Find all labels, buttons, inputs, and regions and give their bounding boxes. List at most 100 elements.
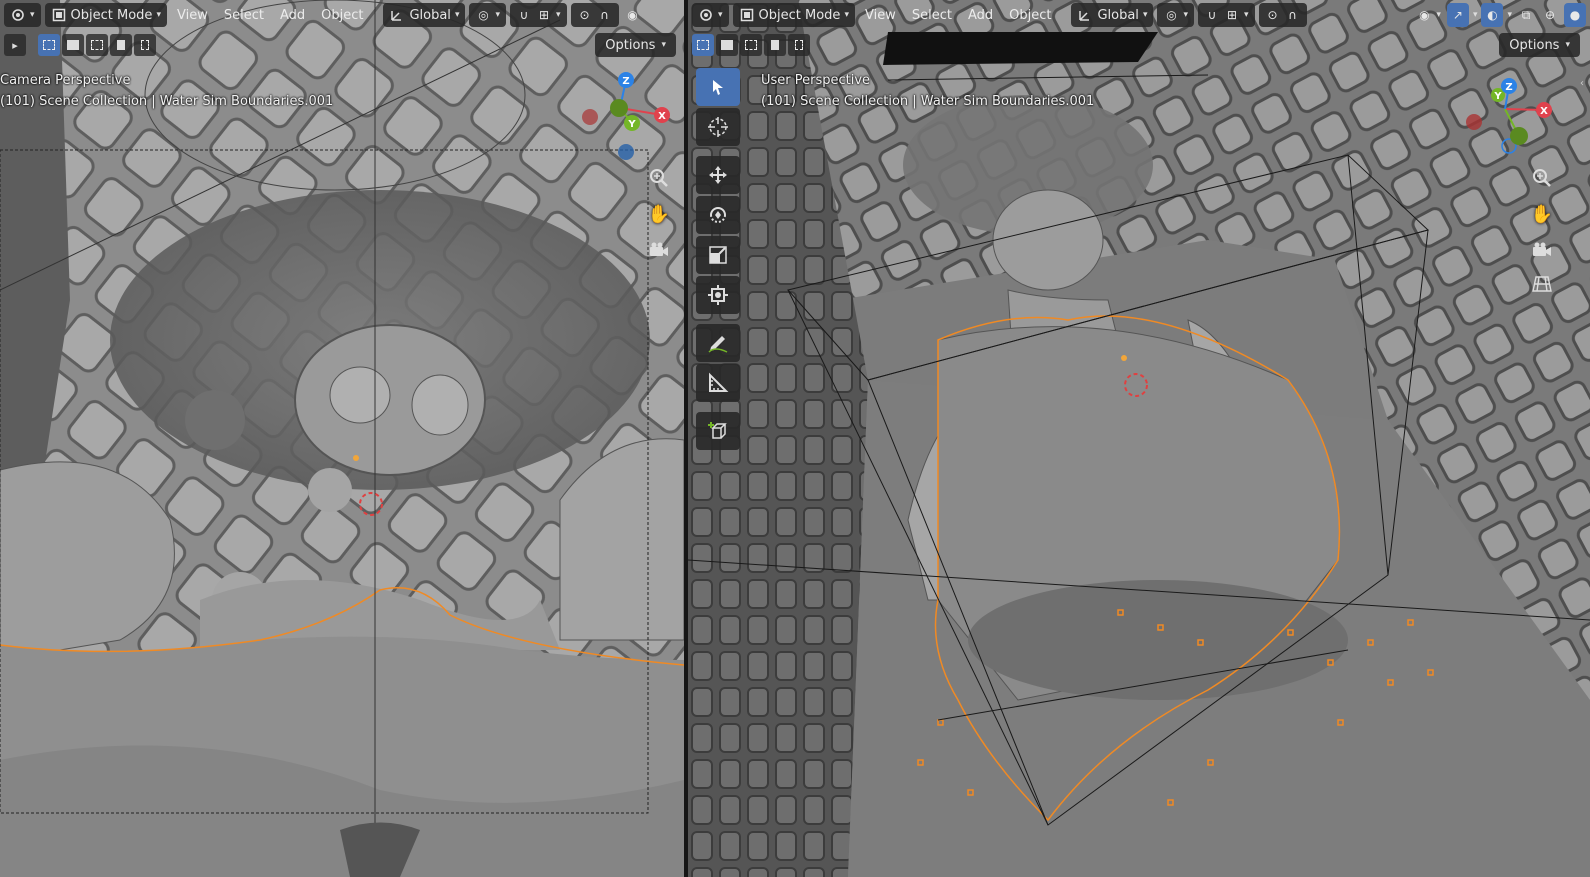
- chevron-down-icon: ▾: [1244, 10, 1249, 20]
- snap-dropdown[interactable]: ∪ ⊞ ▾: [510, 3, 567, 27]
- wireframe-sphere-icon: ⊕: [1544, 8, 1556, 22]
- select-new-mode-button[interactable]: [38, 34, 60, 56]
- options-label: Options: [1509, 37, 1560, 53]
- proportional-edit-dropdown[interactable]: ⊙ ∩: [1258, 3, 1307, 27]
- proportional-edit-icon: ⊙: [1267, 8, 1278, 22]
- editor-type-button[interactable]: ▾: [692, 3, 729, 27]
- pivot-point-dropdown[interactable]: ◎ ▾: [469, 3, 506, 27]
- editor-type-button[interactable]: ▾: [4, 3, 41, 27]
- select-subtract-mode-button[interactable]: [86, 34, 108, 56]
- solid-sphere-icon: ●: [1569, 8, 1581, 22]
- scale-tool[interactable]: [696, 236, 740, 274]
- gizmo-arrow-icon: ↗: [1452, 8, 1463, 22]
- shading-solid-button[interactable]: ●: [1564, 3, 1586, 27]
- object-mode-icon: [51, 7, 67, 23]
- visibility-dropdown[interactable]: ◉: [623, 3, 643, 27]
- shading-wireframe-button[interactable]: ⊕: [1540, 3, 1560, 27]
- cursor-tool[interactable]: [696, 108, 740, 146]
- falloff-curve-icon: ∩: [600, 8, 609, 22]
- pencil-icon: [708, 336, 728, 353]
- xray-toggle[interactable]: ⧉: [1516, 3, 1536, 27]
- orientation-label: Global: [409, 7, 451, 23]
- zoom-icon[interactable]: [645, 164, 673, 192]
- menu-select[interactable]: Select: [218, 3, 270, 27]
- rotate-tool[interactable]: [696, 196, 740, 234]
- menu-object[interactable]: Object: [1003, 3, 1057, 27]
- orientation-label: Global: [1097, 7, 1139, 23]
- menu-select[interactable]: Select: [906, 3, 958, 27]
- collection-line: (101) Scene Collection | Water Sim Bound…: [761, 94, 1095, 109]
- chevron-down-icon[interactable]: ▾: [1473, 10, 1478, 20]
- navigation-gizmo[interactable]: X Y Z: [1460, 64, 1570, 174]
- select-subtract-mode-button[interactable]: [740, 34, 762, 56]
- neg-z-axis-handle[interactable]: [618, 144, 634, 160]
- camera-view-icon[interactable]: [645, 236, 673, 264]
- select-new-mode-button[interactable]: [692, 34, 714, 56]
- select-invert-mode-button[interactable]: [764, 34, 786, 56]
- pivot-point-dropdown[interactable]: ◎ ▾: [1157, 3, 1194, 27]
- z-axis-label: Z: [622, 76, 629, 87]
- chevron-down-icon: ▾: [1183, 10, 1188, 20]
- overlays-icon: ◐: [1487, 8, 1498, 22]
- add-cube-icon: [708, 422, 727, 439]
- add-cube-tool[interactable]: [696, 412, 740, 450]
- chevron-down-icon: ▾: [495, 10, 500, 20]
- neg-x-axis-handle[interactable]: [1466, 114, 1482, 130]
- proportional-edit-dropdown[interactable]: ⊙ ∩: [570, 3, 619, 27]
- magnet-icon: ∪: [519, 8, 529, 22]
- select-intersect-mode-button[interactable]: [788, 34, 810, 56]
- chevron-down-icon: ▾: [454, 10, 460, 20]
- select-intersect-mode-button[interactable]: [134, 34, 156, 56]
- viewport-info-overlay: Camera Perspective (101) Scene Collectio…: [0, 70, 333, 112]
- editor-type-icon: [698, 7, 714, 23]
- visibility-dropdown[interactable]: ◉ ▾: [1414, 3, 1443, 27]
- menu-add[interactable]: Add: [274, 3, 311, 27]
- navigation-gizmo[interactable]: X Y Z: [575, 68, 684, 178]
- gizmos-toggle[interactable]: ↗: [1446, 3, 1469, 27]
- options-dropdown[interactable]: Options ▾: [1499, 33, 1580, 57]
- menu-object[interactable]: Object: [315, 3, 369, 27]
- select-extend-mode-button[interactable]: [62, 34, 84, 56]
- select-invert-mode-button[interactable]: [110, 34, 132, 56]
- transform-orientation-dropdown[interactable]: Global ▾: [1071, 3, 1154, 27]
- chevron-down-icon: ▾: [844, 10, 849, 20]
- object-mode-dropdown[interactable]: Object Mode ▾: [44, 3, 167, 27]
- neg-y-axis-handle[interactable]: [610, 99, 628, 117]
- zoom-icon[interactable]: [1528, 164, 1556, 192]
- pan-hand-icon[interactable]: ✋: [1528, 200, 1556, 228]
- chevron-down-icon[interactable]: ▾: [1507, 10, 1512, 20]
- object-mode-dropdown[interactable]: Object Mode ▾: [732, 3, 855, 27]
- left-viewport[interactable]: ▾ Object Mode ▾ View Select Add Object G…: [0, 0, 684, 877]
- cursor-arrow-icon: [713, 80, 723, 95]
- snap-dropdown[interactable]: ∪ ⊞ ▾: [1198, 3, 1255, 27]
- transform-icon: [708, 285, 728, 305]
- measure-tool[interactable]: [696, 364, 740, 402]
- transform-orientation-dropdown[interactable]: Global ▾: [383, 3, 466, 27]
- chevron-down-icon: ▾: [556, 10, 561, 20]
- overlays-toggle[interactable]: ◐: [1481, 3, 1504, 27]
- sidebar-toggle-arrow-icon[interactable]: ‹: [1580, 78, 1590, 92]
- select-extend-mode-button[interactable]: [716, 34, 738, 56]
- view-name: User Perspective: [761, 73, 871, 88]
- right-viewport[interactable]: ▾ Object Mode ▾ View Select Add Object G…: [688, 0, 1590, 877]
- y-axis-label: Y: [627, 119, 636, 130]
- options-dropdown[interactable]: Options ▾: [595, 33, 676, 57]
- pan-hand-icon[interactable]: ✋: [645, 200, 673, 228]
- annotate-tool[interactable]: [696, 324, 740, 362]
- menu-view[interactable]: View: [859, 3, 902, 27]
- view-name: Camera Perspective: [0, 73, 131, 88]
- move-tool[interactable]: [696, 156, 740, 194]
- tweak-tool-icon[interactable]: ▸: [4, 34, 26, 56]
- neg-y-axis-handle[interactable]: [1510, 127, 1528, 145]
- transform-tool[interactable]: [696, 276, 740, 314]
- chevron-down-icon: ▾: [156, 10, 161, 20]
- neg-x-axis-handle[interactable]: [582, 109, 598, 125]
- select-box-tool[interactable]: [696, 68, 740, 106]
- menu-view[interactable]: View: [171, 3, 214, 27]
- x-axis-label: X: [658, 111, 666, 122]
- ruler-icon: [709, 372, 729, 392]
- collection-line: (101) Scene Collection | Water Sim Bound…: [0, 94, 334, 109]
- menu-add[interactable]: Add: [962, 3, 999, 27]
- perspective-grid-icon[interactable]: [1528, 270, 1556, 298]
- camera-view-icon[interactable]: [1528, 236, 1556, 264]
